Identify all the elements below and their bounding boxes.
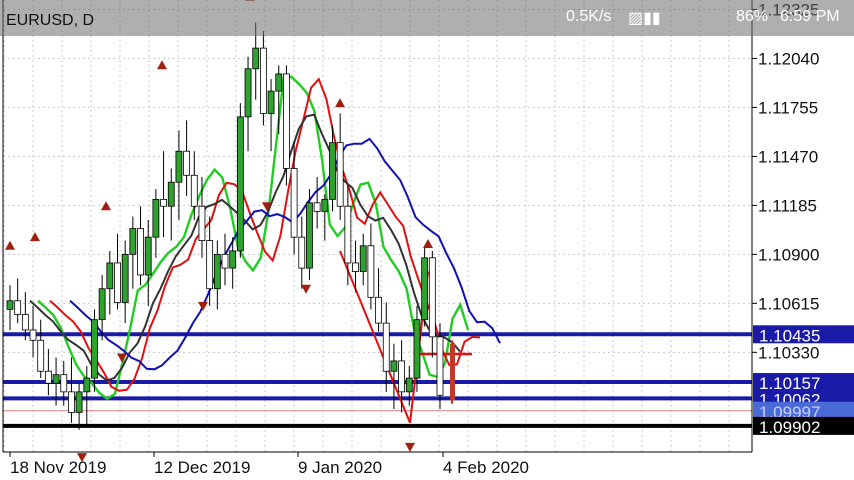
candle-body (236, 116, 244, 252)
candle-body (283, 73, 290, 169)
y-tick-label: 1.10615 (758, 294, 819, 313)
candle-body (398, 360, 406, 393)
horizontal-price-lines (3, 332, 752, 428)
chart-symbol: EURUSD, D (6, 12, 95, 29)
candle-body (129, 228, 137, 255)
candle-body (382, 322, 390, 372)
y-tick-label: 1.11755 (758, 98, 818, 117)
candle-body (267, 90, 275, 114)
x-tick-label: 18 Nov 2019 (10, 458, 106, 477)
candle-body (121, 253, 129, 303)
candle-body (144, 236, 152, 276)
price-label-text: 1.10435 (759, 326, 820, 345)
chart-grid (3, 0, 752, 452)
candle-body (14, 300, 22, 315)
clock: 6:59 PM (780, 8, 840, 25)
candle-body (390, 360, 398, 372)
candle-body (114, 262, 121, 303)
x-tick-label: 4 Feb 2020 (443, 458, 529, 477)
candle-body (6, 300, 14, 310)
fractal-down-marker (301, 284, 311, 294)
fractal-up-marker (335, 98, 345, 108)
candle-body (21, 314, 29, 331)
candle-body (221, 253, 229, 269)
candle-body (336, 142, 344, 207)
candle-body (44, 370, 52, 384)
candle-body (98, 288, 106, 321)
candle-body (29, 329, 37, 341)
candle-body (306, 202, 313, 269)
price-label-text: 1.09902 (759, 418, 820, 437)
candle-body (198, 205, 206, 242)
y-tick-label: 1.11470 (758, 147, 818, 166)
price-chart[interactable]: 1.123251.120401.117551.114701.111851.109… (0, 0, 854, 480)
candle-body (259, 47, 267, 114)
candle-body (68, 391, 75, 413)
price-axis-labels: 1.104351.101571.100621.099971.09902 (753, 325, 854, 437)
candle-body (344, 205, 352, 264)
x-tick-label: 12 Dec 2019 (154, 458, 250, 477)
fractal-up-marker (423, 239, 433, 249)
candle-body (367, 245, 375, 298)
candle-body (375, 296, 382, 324)
battery-level: 86% (736, 8, 769, 25)
candle-body (450, 343, 455, 401)
candle-body (352, 262, 359, 272)
candle-body (37, 339, 45, 372)
candle-body (413, 319, 421, 379)
candle-body (252, 47, 260, 70)
candle-body (52, 374, 60, 384)
candle-body (206, 240, 214, 290)
candle-body (421, 257, 429, 321)
y-tick-label: 1.10330 (758, 343, 819, 362)
candle-body (183, 150, 191, 176)
candle-body (75, 391, 83, 413)
network-speed: 0.5K/s (566, 8, 612, 25)
candle-body (405, 377, 413, 393)
candle-body (428, 257, 436, 338)
android-status-bar: 0.5K/s ▨▮▮ 86% 6:59 PM (0, 0, 854, 36)
candle-body (60, 374, 68, 393)
candle-body (290, 168, 298, 238)
candle-body (313, 202, 321, 212)
candle-body (91, 319, 98, 379)
candle-body (83, 377, 91, 393)
candle-body (359, 245, 367, 272)
candle-body (436, 336, 444, 396)
x-tick-label: 9 Jan 2020 (298, 458, 382, 477)
candle-body (190, 174, 198, 207)
candle-body (244, 68, 252, 118)
candle-body (298, 236, 306, 269)
candle-body (106, 262, 114, 290)
fractal-up-marker (5, 240, 15, 250)
y-tick-label: 1.12040 (758, 49, 819, 68)
candle-body (137, 228, 144, 276)
candle-body (175, 150, 183, 183)
fractal-up-marker (157, 60, 167, 70)
signal-icons: ▨▮▮ (628, 10, 661, 27)
candle-body (229, 250, 237, 269)
candle-body (213, 253, 221, 290)
y-tick-label: 1.11185 (758, 196, 817, 215)
candle-body (152, 198, 160, 238)
candle-body (160, 198, 167, 207)
fractal-up-marker (30, 232, 40, 242)
candle-body (167, 181, 175, 207)
y-tick-label: 1.10900 (758, 245, 819, 264)
candle-body (329, 142, 336, 200)
ma-green-line (37, 75, 470, 401)
fractal-down-marker (405, 442, 415, 452)
candle-body (321, 198, 329, 212)
candle-body (275, 73, 283, 92)
